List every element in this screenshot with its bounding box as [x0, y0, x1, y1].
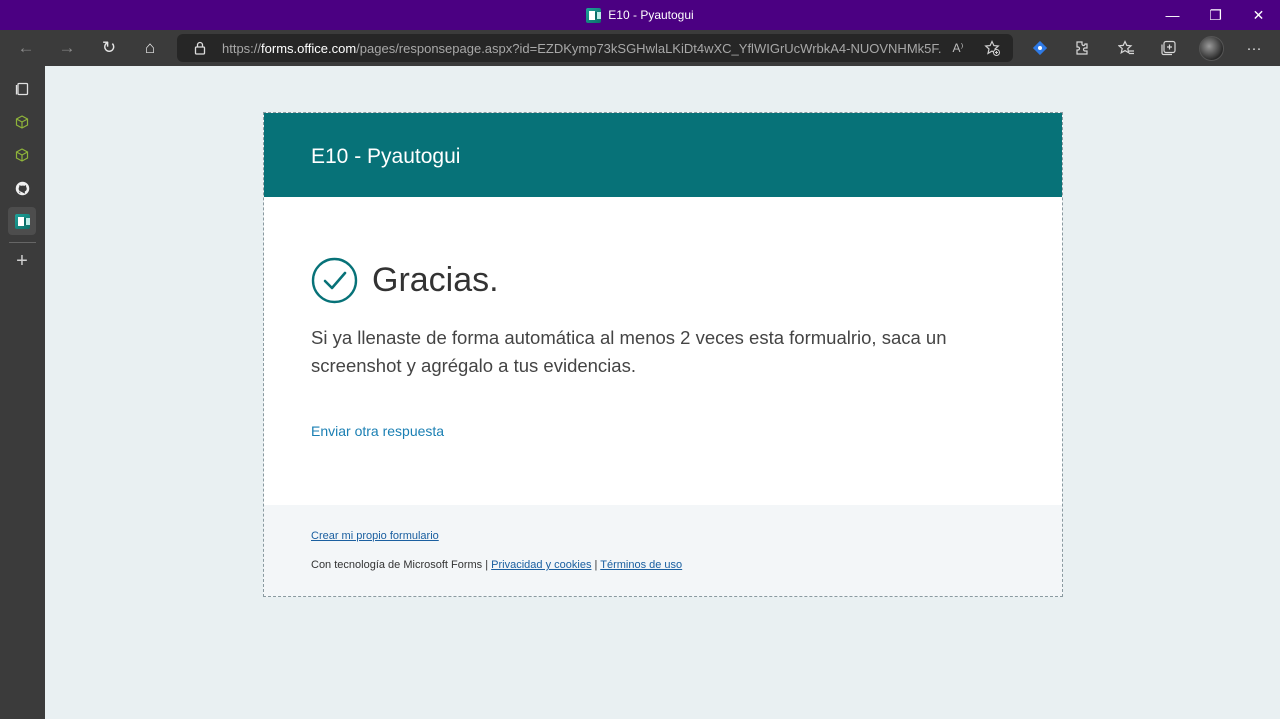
tab-actions-icon[interactable] [8, 75, 36, 103]
powered-by-line: Con tecnología de Microsoft Forms | Priv… [311, 559, 682, 571]
window-title: E10 - Pyautogui [608, 8, 694, 22]
add-favorite-icon[interactable] [982, 39, 1002, 57]
url-domain: forms.office.com [261, 41, 357, 56]
restore-button[interactable]: ❐ [1194, 0, 1237, 30]
read-aloud-icon[interactable]: A⁾ [948, 39, 968, 57]
separator: | [485, 559, 489, 571]
form-header: E10 - Pyautogui [264, 113, 1062, 197]
minimize-button[interactable]: — [1151, 0, 1194, 30]
forward-button[interactable]: → [52, 33, 82, 63]
close-button[interactable]: ✕ [1237, 0, 1280, 30]
browser-toolbar: ← → ↻ ⌂ https://forms.office.com/pages/r… [0, 30, 1280, 66]
profile-avatar[interactable] [1199, 36, 1224, 61]
favorites-icon[interactable] [1114, 36, 1138, 60]
collections-icon[interactable] [1156, 36, 1180, 60]
window-title-group: E10 - Pyautogui [0, 0, 1280, 30]
form-title: E10 - Pyautogui [311, 145, 461, 168]
tab-github-icon[interactable] [8, 174, 36, 202]
confirmation-message: Si ya llenaste de forma automática al me… [311, 327, 947, 376]
home-button[interactable]: ⌂ [135, 33, 165, 63]
checkmark-circle-icon [311, 257, 358, 304]
thanks-row: Gracias. [311, 257, 499, 304]
window-titlebar: E10 - Pyautogui — ❐ ✕ [0, 0, 1280, 30]
submit-another-response-link[interactable]: Enviar otra respuesta [311, 423, 444, 439]
tab-forms-icon[interactable] [8, 207, 36, 235]
microsoft-forms-icon [586, 7, 602, 23]
url-text[interactable]: https://forms.office.com/pages/responsep… [222, 41, 942, 56]
extension-shield-icon[interactable] [1028, 36, 1052, 60]
create-own-form-link[interactable]: Crear mi propio formulario [311, 530, 439, 542]
window-controls: — ❐ ✕ [1151, 0, 1280, 30]
tab-cube-icon-1[interactable] [8, 108, 36, 136]
address-bar[interactable]: https://forms.office.com/pages/responsep… [177, 34, 1013, 62]
refresh-button[interactable]: ↻ [94, 33, 124, 63]
sidebar-divider [9, 242, 36, 243]
terms-of-use-link[interactable]: Términos de uso [600, 559, 682, 571]
powered-by-text: Con tecnología de Microsoft Forms [311, 559, 483, 571]
separator: | [594, 559, 598, 571]
more-menu-button[interactable]: ··· [1242, 36, 1266, 60]
form-body: Gracias. Si ya llenaste de forma automát… [264, 197, 1062, 505]
new-tab-add-icon[interactable]: + [8, 247, 36, 275]
extensions-icon[interactable] [1069, 36, 1093, 60]
page-content: E10 - Pyautogui Gracias. Si ya llenaste … [45, 66, 1280, 719]
back-button[interactable]: ← [11, 33, 41, 63]
thanks-heading: Gracias. [372, 261, 499, 299]
lock-icon [194, 41, 206, 55]
vertical-tabs-sidebar: + [0, 66, 45, 719]
form-card: E10 - Pyautogui Gracias. Si ya llenaste … [263, 112, 1063, 597]
tab-cube-icon-2[interactable] [8, 141, 36, 169]
privacy-cookies-link[interactable]: Privacidad y cookies [491, 559, 591, 571]
form-footer: Crear mi propio formulario Con tecnologí… [264, 505, 1062, 597]
